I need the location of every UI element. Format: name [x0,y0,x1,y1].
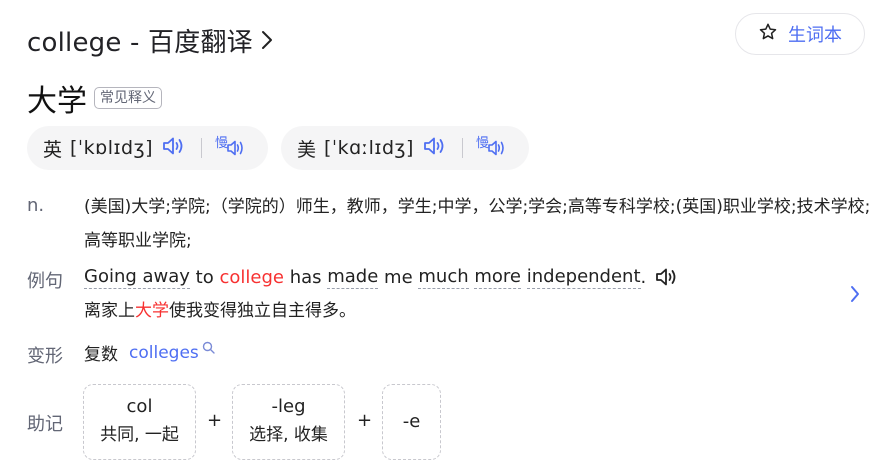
plus-sign: + [207,410,223,431]
morpheme-card[interactable]: -leg 选择, 收集 [232,384,345,460]
magnifier-icon[interactable] [202,341,215,354]
speaker-icon[interactable] [161,134,187,162]
inflection-kind: 复数 [84,345,118,365]
mnemonic-label: 助记 [27,414,63,435]
speaker-icon[interactable] [422,134,448,162]
part-of-speech: n. [27,195,45,216]
divider [201,138,203,158]
inflection-word-link[interactable]: colleges [129,343,199,363]
page-header: college - 百度翻译 [27,20,273,60]
morpheme-card[interactable]: -e [382,384,441,460]
star-outline-icon [758,22,778,46]
example-zh-text: 离家上 [84,301,135,321]
svg-text:慢: 慢 [215,135,228,151]
example-text: . [640,266,647,288]
morpheme: col [126,396,153,417]
pronunciation-ipa: [ˈkɒlɪdʒ] [70,137,154,159]
chevron-right-icon[interactable] [849,284,861,308]
speaker-icon[interactable] [654,265,680,289]
common-meaning-badge: 常见释义 [94,87,162,109]
example-word[interactable]: much [418,266,469,289]
pronunciation-uk: 英 [ˈkɒlɪdʒ] 慢 [27,126,268,170]
vocab-book-label: 生词本 [788,25,842,46]
example-zh-text: 使我变得独立自主得多。 [169,301,356,321]
pronunciation-lang: 美 [297,138,317,161]
example-zh-keyword: 大学 [135,301,169,321]
divider [461,138,463,158]
pronunciation-ipa: [ˈkɑːlɪdʒ] [324,137,414,159]
morpheme: -leg [271,396,306,417]
slow-speaker-icon[interactable]: 慢 [214,132,246,164]
morpheme-meaning: 共同, 一起 [100,425,179,445]
plus-sign: + [357,410,373,431]
morpheme-card[interactable]: col 共同, 一起 [83,384,196,460]
example-label: 例句 [27,271,63,292]
headword-row: 大学 常见释义 [27,76,162,120]
example-text: me [378,266,419,288]
example-word[interactable]: independent [526,266,641,289]
page-title[interactable]: college - 百度翻译 [27,22,253,59]
definition-text: (美国)大学;学院;（学院的）师生，教师，学生;中学，公学;学会;高等专科学校;… [84,197,871,251]
inflection-row: 复数 colleges [84,340,215,365]
example-sentence-en: Going away to college has made me much m… [84,265,680,289]
inflection-label: 变形 [27,346,63,367]
svg-text:慢: 慢 [476,135,489,151]
headword: 大学 [27,84,87,119]
chevron-right-icon[interactable] [261,30,273,50]
example-word[interactable]: made [327,266,379,289]
example-sentence-zh: 离家上大学使我变得独立自主得多。 [84,296,356,321]
morpheme-meaning: 选择, 收集 [249,425,328,445]
example-text: has [283,266,328,288]
example-word[interactable]: Going away [84,266,190,289]
pronunciation-lang: 英 [43,138,63,161]
slow-speaker-icon[interactable]: 慢 [475,132,507,164]
vocab-book-button[interactable]: 生词本 [735,13,865,55]
morpheme: -e [402,411,421,432]
example-keyword: college [219,266,284,288]
example-word[interactable]: more [474,266,521,289]
example-text: to [189,266,220,288]
pronunciation-us: 美 [ˈkɑːlɪdʒ] 慢 [281,126,529,170]
